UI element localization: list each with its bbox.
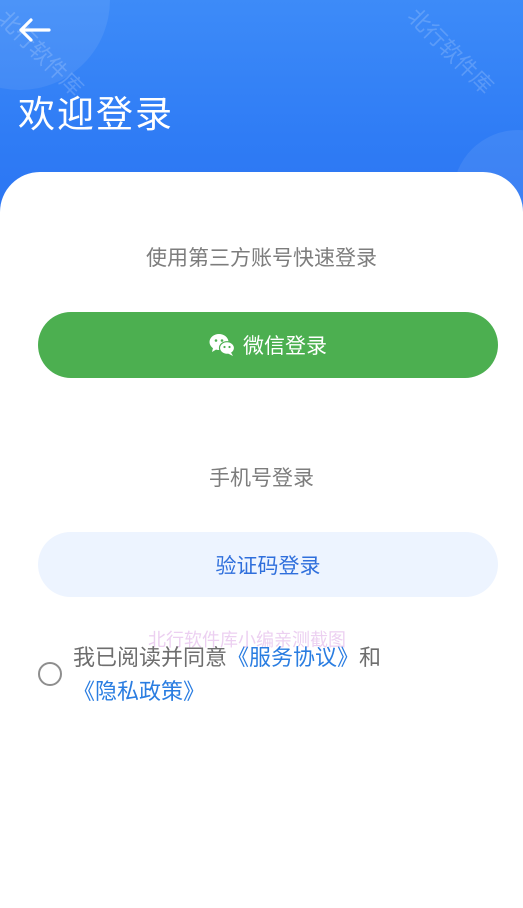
service-agreement-link[interactable]: 《服务协议》	[227, 646, 359, 671]
wechat-icon	[209, 333, 235, 357]
agreement-text: 我已阅读并同意《服务协议》和《隐私政策》	[73, 642, 503, 710]
page-title: 欢迎登录	[18, 93, 174, 136]
privacy-policy-link[interactable]: 《隐私政策》	[73, 680, 205, 705]
agreement-radio[interactable]	[38, 662, 62, 686]
wechat-login-button[interactable]: 微信登录	[38, 312, 498, 378]
login-screen: 北行软件库 北行软件库 欢迎登录 使用第三方账号快速登录 微信登录 手机号登录 …	[0, 0, 523, 908]
third-party-login-label: 使用第三方账号快速登录	[146, 246, 377, 270]
phone-login-label: 手机号登录	[209, 466, 314, 490]
arrow-left-icon	[17, 17, 51, 43]
agreement-prefix: 我已阅读并同意	[73, 646, 228, 671]
watermark: 北行软件库	[402, 4, 498, 100]
agreement-conjunction: 和	[359, 646, 382, 671]
wechat-login-label: 微信登录	[243, 334, 327, 358]
code-login-label: 验证码登录	[215, 553, 321, 578]
verification-code-login-button[interactable]: 验证码登录	[38, 532, 498, 597]
back-button[interactable]	[14, 12, 54, 48]
